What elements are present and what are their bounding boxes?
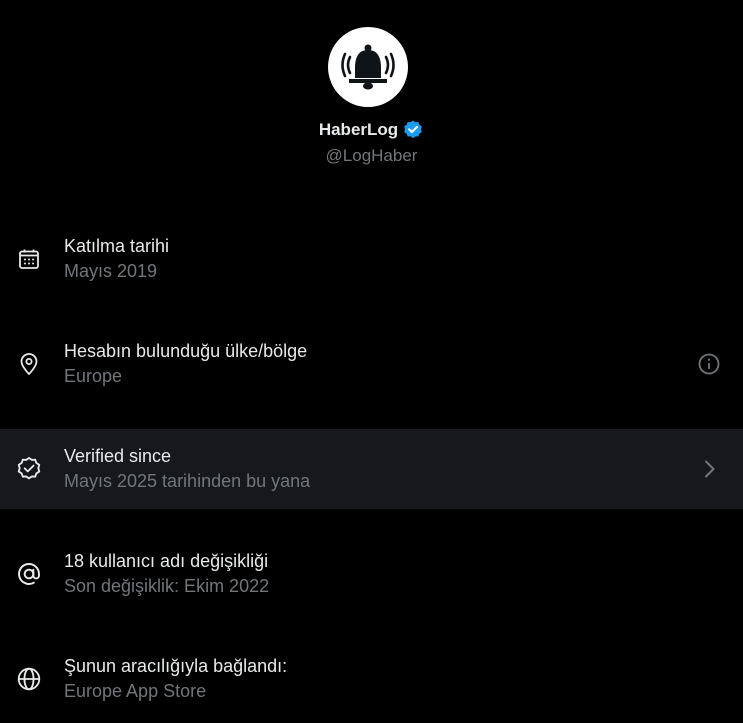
row-subtitle: Son değişiklik: Ekim 2022 (64, 576, 270, 596)
at-sign-icon (16, 561, 42, 587)
profile-header: HaberLog @LogHaber (0, 0, 743, 200)
name-row: HaberLog (0, 118, 743, 142)
row-subtitle: Mayıs 2019 (64, 261, 158, 281)
row-subtitle: Europe App Store (64, 681, 207, 701)
info-icon[interactable] (697, 352, 721, 376)
row-title: Hesabın bulunduğu ülke/bölge (64, 341, 308, 361)
row-subtitle: Mayıs 2025 tarihinden bu yana (64, 471, 311, 491)
account-location-row: Hesabın bulunduğu ülke/bölge Europe (0, 324, 743, 404)
row-subtitle: Europe (64, 366, 123, 386)
handle: @LogHaber (325, 146, 418, 165)
join-date-row: Katılma tarihi Mayıs 2019 (0, 219, 743, 299)
row-title: Katılma tarihi (64, 236, 170, 256)
display-name[interactable]: HaberLog (319, 120, 398, 140)
bell-icon (341, 44, 395, 90)
verified-badge-icon[interactable] (402, 119, 424, 141)
globe-icon (16, 666, 42, 692)
row-title: 18 kullanıcı adı değişikliği (64, 551, 269, 571)
verified-since-row[interactable]: Verified since Mayıs 2025 tarihinden bu … (0, 429, 743, 509)
chevron-right-icon[interactable] (697, 457, 721, 481)
row-title: Verified since (64, 446, 172, 466)
connected-via-row: Şunun aracılığıyla bağlandı: Europe App … (0, 639, 743, 719)
calendar-icon (16, 246, 42, 272)
username-changes-row: 18 kullanıcı adı değişikliği Son değişik… (0, 534, 743, 614)
location-pin-icon (16, 351, 42, 377)
row-title: Şunun aracılığıyla bağlandı: (64, 656, 288, 676)
avatar[interactable] (328, 27, 408, 107)
verified-badge-icon (16, 456, 42, 482)
